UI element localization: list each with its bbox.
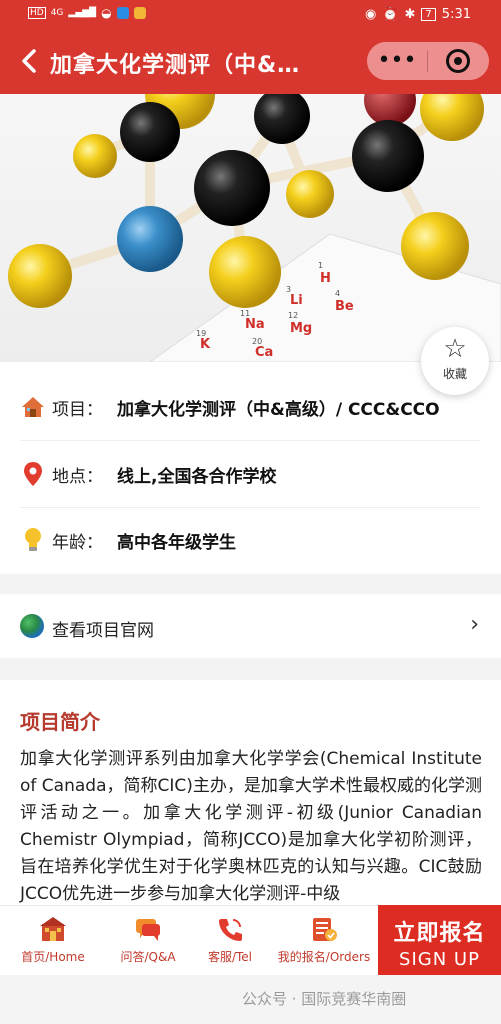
- mini-program-capsule: •••: [367, 42, 489, 80]
- hero-image: H Be Li Na Mg K Ca 1 4 3 11 12 19 20: [0, 94, 501, 362]
- lightbulb-icon: [20, 527, 46, 553]
- periodic-label: H: [320, 271, 331, 286]
- official-website-link[interactable]: 查看项目官网 ›: [0, 594, 501, 658]
- tab-orders[interactable]: 我的报名/Orders: [270, 906, 378, 976]
- eye-icon: ◉: [364, 7, 377, 22]
- orders-list-icon: [310, 916, 338, 942]
- periodic-label: Mg: [290, 321, 312, 336]
- nav-bar: 加拿大化学测评（中&… •••: [0, 32, 501, 94]
- bluetooth-icon: ✱: [404, 7, 416, 22]
- chevron-left-icon: [22, 49, 36, 73]
- sign-up-label-cn: 立即报名: [393, 921, 486, 946]
- official-website-label: 查看项目官网: [52, 621, 154, 641]
- alarm-icon: ⏰: [382, 7, 399, 22]
- star-outline-icon: ☆: [443, 334, 467, 364]
- periodic-label: Na: [245, 317, 265, 332]
- tab-home[interactable]: 首页/Home: [0, 906, 106, 976]
- wifi-icon: ◒: [101, 6, 112, 20]
- periodic-number: 1: [318, 261, 323, 270]
- tab-qa-label: 问答/Q&A: [120, 950, 176, 964]
- tab-tel-label: 客服/Tel: [207, 950, 253, 964]
- periodic-label: K: [200, 337, 211, 352]
- chevron-right-icon: ›: [470, 612, 479, 637]
- tab-home-label: 首页/Home: [21, 950, 85, 964]
- info-row-project: 项目： 加拿大化学测评（中&高级）/ CCC&CCO: [20, 374, 480, 441]
- periodic-number: 19: [196, 329, 206, 338]
- project-label: 项目：: [52, 399, 103, 420]
- periodic-label: Ca: [255, 345, 273, 360]
- intro-heading: 项目简介: [20, 710, 100, 734]
- status-4g-label-1: 4G: [50, 8, 64, 18]
- page-title: 加拿大化学测评（中&…: [50, 53, 301, 78]
- chat-bubble-icon: [134, 916, 162, 942]
- project-value: 加拿大化学测评（中&高级）/ CCC&CCO: [117, 399, 440, 420]
- map-pin-icon: [20, 461, 46, 487]
- intro-text: 加拿大化学测评系列由加拿大化学学会(Chemical Institute of …: [20, 749, 482, 904]
- project-info-card: 项目： 加拿大化学测评（中&高级）/ CCC&CCO 地点： 线上,全国各合作学…: [0, 362, 501, 574]
- info-row-location: 地点： 线上,全国各合作学校: [20, 441, 480, 508]
- watermark-text: 公众号 · 国际竞赛华南圈: [242, 990, 407, 1008]
- status-bar: HD 4G ▂▄▆█ ◒ ◉ ⏰ ✱ 7 5:31: [0, 0, 501, 32]
- back-button[interactable]: [18, 46, 42, 76]
- molecule-illustration: H Be Li Na Mg K Ca 1 4 3 11 12 19 20: [8, 94, 501, 362]
- sign-up-button[interactable]: 立即报名 SIGN UP: [378, 905, 501, 975]
- phone-icon: [216, 916, 244, 942]
- periodic-label: Li: [290, 293, 303, 308]
- app-notify-icon: [116, 7, 129, 19]
- favorite-button[interactable]: ☆ 收藏: [421, 327, 489, 395]
- location-label: 地点：: [52, 466, 103, 487]
- tab-qa[interactable]: 问答/Q&A: [106, 906, 190, 976]
- periodic-number: 20: [252, 337, 262, 346]
- target-icon: [446, 49, 470, 73]
- periodic-number: 4: [335, 289, 340, 298]
- house-icon: [20, 394, 46, 420]
- age-value: 高中各年级学生: [117, 532, 236, 553]
- location-value: 线上,全国各合作学校: [117, 466, 277, 487]
- home-icon: [39, 916, 67, 942]
- more-dots-icon[interactable]: •••: [367, 42, 427, 80]
- battery-icon: 7: [421, 8, 436, 21]
- status-time: 5:31: [441, 7, 471, 22]
- system-nav-bar: 公众号 · 国际竞赛华南圈: [0, 975, 501, 1024]
- favorite-label: 收藏: [442, 367, 467, 381]
- signal-icon: ▂▄▆█: [68, 8, 97, 18]
- info-row-age: 年龄： 高中各年级学生: [20, 507, 480, 573]
- close-mini-program-button[interactable]: [428, 49, 488, 73]
- periodic-number: 12: [288, 311, 298, 320]
- status-left: HD 4G ▂▄▆█ ◒: [28, 6, 146, 20]
- periodic-number: 3: [286, 285, 291, 294]
- sign-up-label-en: SIGN UP: [399, 949, 480, 970]
- status-right: ◉ ⏰ ✱ 7 5:31: [365, 7, 471, 22]
- periodic-label: Be: [335, 299, 354, 314]
- age-label: 年龄：: [52, 532, 103, 553]
- globe-icon: [20, 614, 44, 638]
- tab-orders-label: 我的报名/Orders: [277, 950, 371, 964]
- status-hd-label-1: HD: [28, 7, 46, 19]
- app-notify-icon-2: [133, 7, 146, 19]
- periodic-number: 11: [240, 309, 250, 318]
- tab-tel[interactable]: 客服/Tel: [190, 906, 270, 976]
- project-intro-section: 项目简介 加拿大化学测评系列由加拿大化学学会(Chemical Institut…: [0, 680, 501, 910]
